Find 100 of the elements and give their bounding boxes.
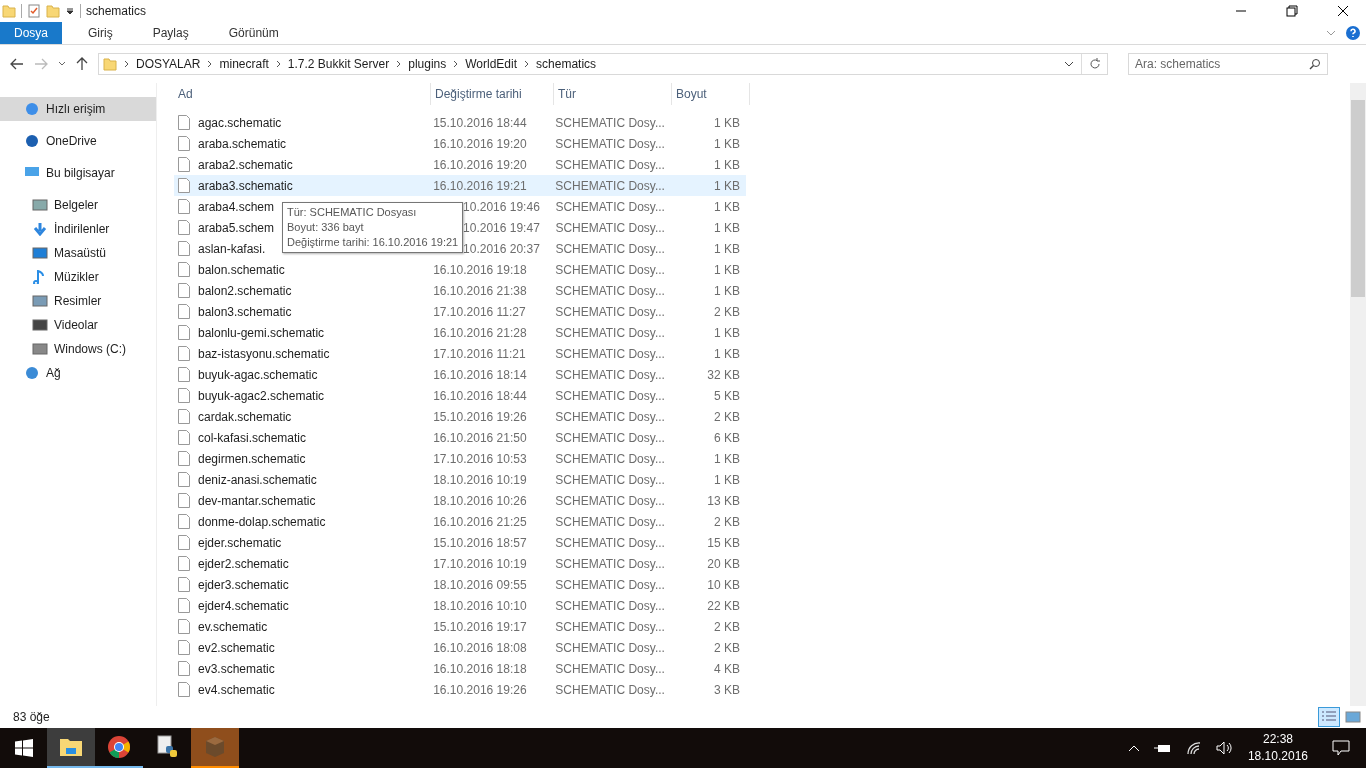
restore-icon[interactable]	[1286, 5, 1298, 17]
breadcrumb-item[interactable]: schematics	[536, 57, 597, 71]
chevron-icon[interactable]	[453, 60, 459, 68]
address-bar[interactable]: DOSYALAR minecraft 1.7.2 Bukkit Server plugins WorldEdit schematics	[98, 53, 1108, 75]
table-cell-text: SCHEMATIC Dosy...	[554, 682, 666, 697]
file-name[interactable]: araba.schematic	[198, 136, 287, 151]
sidebar-item[interactable]: Videolar	[0, 313, 156, 337]
file-icon	[178, 220, 190, 235]
column-header[interactable]: Ad	[174, 83, 431, 105]
clock[interactable]: 22:38 18.10.2016	[1247, 731, 1308, 765]
breadcrumb-item[interactable]: DOSYALAR	[136, 57, 201, 71]
sidebar-item[interactable]: Hızlı erişim	[0, 97, 156, 121]
table-cell-text: 3 KB	[713, 682, 741, 697]
file-icon	[178, 409, 190, 424]
search-field[interactable]: Ara: schematics	[1128, 53, 1328, 75]
file-name[interactable]: araba4.schem	[198, 199, 275, 214]
breadcrumb-item[interactable]: WorldEdit	[465, 57, 518, 71]
close-icon[interactable]	[1337, 5, 1349, 17]
file-name[interactable]: ejder4.schematic	[198, 598, 289, 613]
ribbon-tab[interactable]: Giriş	[74, 22, 127, 44]
file-icon	[178, 514, 190, 529]
file-name[interactable]: agac.schematic	[198, 115, 282, 130]
folder-icon	[59, 737, 83, 757]
wifi-icon[interactable]	[1185, 741, 1202, 755]
file-name[interactable]: araba3.schematic	[198, 178, 293, 193]
chevron-icon[interactable]	[124, 60, 129, 68]
chevron-icon[interactable]	[275, 60, 281, 68]
file-name[interactable]: ejder.schematic	[198, 535, 282, 550]
file-name[interactable]: balon2.schematic	[198, 283, 292, 298]
start-icon[interactable]	[15, 739, 33, 757]
dropdown-icon[interactable]	[1064, 60, 1074, 68]
file-name[interactable]: ev3.schematic	[198, 661, 275, 676]
ribbon-tab[interactable]: Dosya	[0, 22, 62, 44]
file-name[interactable]: ev.schematic	[198, 619, 268, 634]
file-name[interactable]: col-kafasi.schematic	[198, 430, 307, 445]
notification-icon[interactable]	[1332, 740, 1350, 756]
file-icon	[178, 451, 190, 466]
back-icon[interactable]	[10, 58, 24, 70]
sidebar-item[interactable]: Windows (C:)	[0, 337, 156, 361]
file-name[interactable]: degirmen.schematic	[198, 451, 306, 466]
column-header[interactable]: Boyut	[672, 83, 750, 105]
recent-icon[interactable]	[58, 61, 66, 67]
table-cell-text: 1 KB	[713, 136, 741, 151]
breadcrumb-item[interactable]: minecraft	[219, 57, 269, 71]
file-name[interactable]: baz-istasyonu.schematic	[198, 346, 330, 361]
ribbon-tab[interactable]: Görünüm	[214, 22, 293, 44]
file-name[interactable]: ejder2.schematic	[198, 556, 289, 571]
chevron-icon[interactable]	[524, 60, 530, 68]
column-header[interactable]: Tür	[554, 83, 672, 105]
chevron-icon[interactable]	[396, 60, 402, 68]
table-cell-text: SCHEMATIC Dosy...	[554, 619, 666, 634]
file-icon	[178, 619, 190, 634]
file-name[interactable]: araba5.schem	[198, 220, 275, 235]
file-name[interactable]: ev2.schematic	[198, 640, 275, 655]
sidebar-item[interactable]: İndirilenler	[0, 217, 156, 241]
file-name[interactable]: ejder3.schematic	[198, 577, 289, 592]
file-name[interactable]: deniz-anasi.schematic	[198, 472, 317, 487]
battery-icon[interactable]	[1153, 743, 1172, 753]
file-name[interactable]: buyuk-agac2.schematic	[198, 388, 325, 403]
help-icon[interactable]	[1346, 26, 1360, 40]
table-cell-text: 1 KB	[713, 325, 741, 340]
scrollbar[interactable]	[1350, 83, 1366, 706]
expand-ribbon-icon[interactable]	[1326, 29, 1336, 37]
speaker-icon[interactable]	[1215, 741, 1234, 755]
file-name[interactable]: ev4.schematic	[198, 682, 275, 697]
item-count: 83 öğe	[13, 710, 50, 724]
taskbar-app[interactable]	[47, 728, 95, 768]
table-cell-text: 17.10.2016 10:19	[432, 556, 528, 571]
breadcrumb-item[interactable]: 1.7.2 Bukkit Server	[287, 57, 390, 71]
refresh-icon[interactable]	[1089, 58, 1101, 70]
file-name[interactable]: buyuk-agac.schematic	[198, 367, 318, 382]
sidebar-item[interactable]: Bu bilgisayar	[0, 161, 156, 185]
chevron-icon[interactable]	[207, 60, 213, 68]
file-icon	[178, 556, 190, 571]
sidebar-item[interactable]: Belgeler	[0, 193, 156, 217]
file-name[interactable]: balonlu-gemi.schematic	[198, 325, 325, 340]
file-icon	[178, 388, 190, 403]
file-name[interactable]: cardak.schematic	[198, 409, 292, 424]
table-cell-text: 15.10.2016 19:26	[432, 409, 528, 424]
file-name[interactable]: dev-mantar.schematic	[198, 493, 316, 508]
up-icon[interactable]	[76, 57, 88, 71]
file-icon	[178, 598, 190, 613]
table-cell-text: 1 KB	[713, 115, 741, 130]
file-name[interactable]: aslan-kafasi.	[198, 241, 266, 256]
sidebar-item[interactable]: Masaüstü	[0, 241, 156, 265]
dropdown-icon[interactable]	[65, 6, 75, 16]
sidebar-item[interactable]: Resimler	[0, 289, 156, 313]
properties-icon[interactable]	[27, 4, 41, 18]
breadcrumb-item[interactable]: plugins	[408, 57, 447, 71]
file-icon	[178, 430, 190, 445]
ribbon-tab[interactable]: Paylaş	[138, 22, 203, 44]
file-name[interactable]: araba2.schematic	[198, 157, 293, 172]
file-name[interactable]: balon3.schematic	[198, 304, 292, 319]
file-name[interactable]: balon.schematic	[198, 262, 285, 277]
sidebar-item[interactable]: Müzikler	[0, 265, 156, 289]
sidebar-item[interactable]: OneDrive	[0, 129, 156, 153]
column-header[interactable]: Değiştirme tarihi	[431, 83, 554, 105]
show-hidden-icon[interactable]	[1127, 744, 1140, 752]
file-name[interactable]: donme-dolap.schematic	[198, 514, 326, 529]
sidebar-item[interactable]: Ağ	[0, 361, 156, 385]
